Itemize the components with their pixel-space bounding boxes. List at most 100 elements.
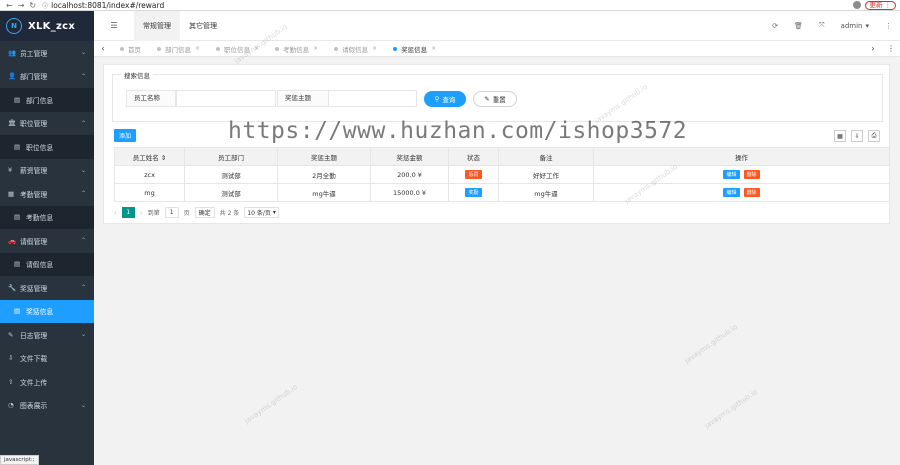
tab-label: 部门信息 xyxy=(165,45,191,54)
sidebar-item-6[interactable]: ▦ 考勤管理 ⌃ xyxy=(0,182,94,206)
tabs-left-arrow-icon[interactable]: ‹ xyxy=(94,44,112,53)
upload-icon: ⇧ xyxy=(8,377,14,386)
chevron-down-icon: ⌃ xyxy=(80,72,86,80)
tabs-right-arrow-icon[interactable]: › xyxy=(864,44,882,53)
sidebar-item-12[interactable]: ✎ 日志管理 ⌄ xyxy=(0,323,94,347)
total-count: 共 2 条 xyxy=(219,210,240,217)
forward-icon[interactable]: → xyxy=(18,1,25,10)
back-icon[interactable]: ← xyxy=(6,1,13,10)
menu-toggle-icon[interactable]: ☰ xyxy=(94,21,134,30)
reload-icon[interactable]: ↻ xyxy=(29,1,36,10)
close-icon[interactable]: × xyxy=(372,45,377,52)
delete-button[interactable]: 删除 xyxy=(743,188,760,197)
chevron-down-icon: ▾ xyxy=(865,21,869,30)
sidebar-item-14[interactable]: ⇧ 文件上传 xyxy=(0,370,94,394)
current-page[interactable]: 1 xyxy=(121,207,135,218)
cell-note: 好好工作 xyxy=(498,165,594,184)
status-badge: 奖励 xyxy=(465,188,482,197)
th-department: 员工部门 xyxy=(184,147,278,166)
pagination: ‹ 1 › 到第 1 页 确定 共 2 条 10 条/页 ▾ xyxy=(114,207,279,218)
table-row: zcx 测试部 2月全勤 200.0 ¥ 惩罚 好好工作 编辑 删除 xyxy=(114,165,890,184)
tab-3[interactable]: 考勤信息 × xyxy=(267,41,326,57)
refresh-icon[interactable]: ⟳ xyxy=(772,22,778,30)
sidebar-item-label: 职位信息 xyxy=(26,143,54,152)
employee-name-input[interactable] xyxy=(176,90,276,107)
tab-5[interactable]: 奖惩信息 × xyxy=(385,41,444,57)
tab-1[interactable]: 部门信息 × xyxy=(149,41,208,57)
tab-4[interactable]: 请假信息 × xyxy=(326,41,385,57)
sidebar-item-11[interactable]: ▤ 奖惩信息 xyxy=(0,299,94,323)
print-icon[interactable]: ⎙ xyxy=(868,130,880,142)
page-size-select[interactable]: 10 条/页 ▾ xyxy=(244,207,279,218)
chevron-down-icon: ⌃ xyxy=(80,190,86,198)
user-name: admin xyxy=(840,21,863,30)
sidebar-item-10[interactable]: 🔧 奖惩管理 ⌃ xyxy=(0,276,94,300)
user-menu[interactable]: admin ▾ xyxy=(841,22,869,30)
cell-title: 2月全勤 xyxy=(277,165,371,184)
header-nav-regular[interactable]: 常规管理 xyxy=(134,10,180,41)
tabs-close-menu-icon[interactable]: ⋮ xyxy=(882,44,900,53)
th-employee-name[interactable]: 员工姓名 ⇕ xyxy=(114,147,185,166)
brand[interactable]: N XLK_zcx xyxy=(0,11,94,41)
tab-dot-icon xyxy=(334,46,339,51)
export-icon[interactable]: ⇩ xyxy=(851,130,863,142)
chevron-down-icon: ⌄ xyxy=(80,401,86,409)
th-note: 备注 xyxy=(498,147,594,166)
chevron-up-icon: ⌃ xyxy=(80,284,86,292)
update-button[interactable]: 更新 ⋮ xyxy=(864,0,896,10)
address-bar[interactable]: ⓘ localhost:8081/index#/reward xyxy=(42,1,164,10)
close-icon[interactable]: × xyxy=(195,45,200,52)
sidebar-item-1[interactable]: 👤 部门管理 ⌃ xyxy=(0,65,94,89)
header: ☰ 常规管理 其它管理 ⟳ 🗑 ⤧ admin ▾ ⋮ xyxy=(94,10,900,41)
watermark-small: javayms.github.io xyxy=(703,387,760,431)
log-icon: ✎ xyxy=(8,330,14,339)
sidebar-item-8[interactable]: 🚗 请假管理 ⌃ xyxy=(0,229,94,253)
goto-page-input[interactable]: 1 xyxy=(164,207,179,218)
search-button[interactable]: ⚲ 查询 xyxy=(424,91,466,107)
sidebar-item-9[interactable]: ▤ 请假信息 xyxy=(0,252,94,276)
chevron-down-icon: ⌄ xyxy=(80,331,86,339)
sidebar-item-2[interactable]: ▤ 部门信息 xyxy=(0,88,94,112)
employee-name-label: 员工名称 xyxy=(126,90,176,107)
cell-actions: 编辑 删除 xyxy=(593,165,890,184)
edit-button[interactable]: 编辑 xyxy=(723,188,740,197)
sort-icon[interactable]: ⇕ xyxy=(161,154,166,162)
fullscreen-icon[interactable]: ⤧ xyxy=(819,21,825,30)
prev-page-icon[interactable]: ‹ xyxy=(114,209,117,217)
watermark-small: javayms.github.io xyxy=(683,322,740,366)
profile-icon[interactable] xyxy=(852,1,861,9)
search-panel: 搜索信息 员工名称 奖惩主题 ⚲ 查询 ✎ 重置 xyxy=(112,70,883,122)
sidebar-item-4[interactable]: ▤ 职位信息 xyxy=(0,135,94,159)
sidebar-item-label: 文件下载 xyxy=(20,355,48,364)
sidebar-item-5[interactable]: ¥ 薪资管理 ⌄ xyxy=(0,159,94,183)
close-icon[interactable]: × xyxy=(313,45,318,52)
header-nav-other[interactable]: 其它管理 xyxy=(180,11,226,41)
delete-button[interactable]: 删除 xyxy=(743,170,760,179)
info-icon[interactable]: ⓘ xyxy=(42,1,48,10)
sidebar-item-3[interactable]: 🏛 职位管理 ⌃ xyxy=(0,112,94,136)
table-icon: ▤ xyxy=(14,260,21,269)
sidebar-item-label: 部门管理 xyxy=(20,73,48,82)
sidebar-item-0[interactable]: 👥 员工管理 ⌄ xyxy=(0,41,94,65)
add-button[interactable]: 添加 xyxy=(114,129,136,142)
browser-toolbar: ← → ↻ ⓘ localhost:8081/index#/reward 更新 ⋮ xyxy=(0,0,900,11)
clear-cache-icon[interactable]: 🗑 xyxy=(794,22,803,30)
cell-amount: 15000.0 ¥ xyxy=(370,183,449,202)
goto-confirm-button[interactable]: 确定 xyxy=(194,207,215,218)
next-page-icon[interactable]: › xyxy=(140,209,143,217)
sidebar-item-15[interactable]: ◔ 图表展示 ⌄ xyxy=(0,394,94,418)
sidebar-item-7[interactable]: ▤ 考勤信息 xyxy=(0,205,94,229)
users-icon: 👥 xyxy=(8,48,17,57)
more-vertical-icon[interactable]: ⋮ xyxy=(885,22,892,30)
columns-filter-icon[interactable]: ▦ xyxy=(834,130,846,142)
reset-button[interactable]: ✎ 重置 xyxy=(473,91,517,107)
page-unit: 页 xyxy=(183,210,190,217)
tab-label: 首页 xyxy=(128,45,141,54)
close-icon[interactable]: × xyxy=(431,45,436,52)
sidebar-item-13[interactable]: ⇩ 文件下载 xyxy=(0,347,94,371)
content-card: 搜索信息 员工名称 奖惩主题 ⚲ 查询 ✎ 重置 添加 ▦ ⇩ ⎙ 员工姓名 ⇕ 员… xyxy=(103,64,890,224)
edit-button[interactable]: 编辑 xyxy=(723,170,740,179)
reward-title-input[interactable] xyxy=(328,90,417,107)
sidebar-item-label: 部门信息 xyxy=(26,96,54,105)
tab-0[interactable]: 首页 xyxy=(112,41,149,57)
